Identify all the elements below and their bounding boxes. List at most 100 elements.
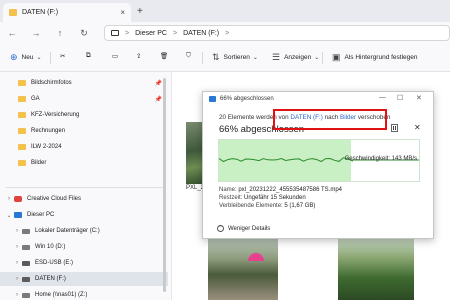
sidebar-item-bildschirmfotos[interactable]: Bildschirmfotos 📌 — [0, 76, 168, 90]
set-background-label: Als Hintergrund festlegen — [344, 54, 418, 61]
breadcrumb-separator: > — [225, 29, 230, 37]
creative-cloud-icon — [14, 196, 22, 202]
share-icon[interactable]: ⇪ — [136, 52, 141, 60]
sidebar-item-bilder[interactable]: Bilder — [0, 156, 168, 170]
rename-icon[interactable]: ▭ — [112, 52, 118, 60]
set-background-button[interactable]: ▣ Als Hintergrund festlegen — [332, 52, 418, 63]
detail-name-value: pxl_20231222_455535487586 TS.mp4 — [238, 187, 342, 193]
folder-icon — [18, 80, 26, 86]
minimize-icon[interactable]: — — [379, 94, 386, 101]
chevron-up-icon: ⌃ — [217, 225, 224, 232]
delete-icon[interactable]: 🗑 — [160, 52, 168, 60]
chevron-down-icon: ⌄ — [314, 55, 320, 61]
drive-icon — [22, 244, 30, 250]
up-button[interactable]: ↑ — [48, 28, 72, 38]
maximize-icon[interactable]: ☐ — [397, 94, 403, 102]
forward-button[interactable]: → — [24, 28, 48, 38]
view-label: Anzeigen — [284, 54, 312, 61]
breadcrumb-drive[interactable]: DATEN (F:) — [183, 30, 219, 37]
chevron-right-icon[interactable]: › — [4, 196, 14, 202]
sidebar-item-home-z[interactable]: › Home (\\nas01) (Z:) — [0, 288, 168, 300]
new-button[interactable]: ⊕ Neu ⌄ — [10, 52, 42, 63]
tab-daten[interactable]: DATEN (F:) × — [3, 3, 131, 22]
sidebar-item-label: Rechnungen — [31, 128, 66, 134]
sidebar-item-label: Bildschirmfotos — [31, 80, 72, 86]
sidebar-item-drive-c[interactable]: › Lokaler Datenträger (C:) — [0, 224, 168, 238]
view-icon: ☰ — [272, 52, 281, 62]
chevron-right-icon[interactable]: › — [12, 228, 22, 234]
sidebar-item-label: KFZ-Versicherung — [31, 112, 80, 118]
sidebar-item-label: ILW 2-2024 — [31, 144, 62, 150]
pause-button[interactable] — [391, 124, 398, 132]
tab-bar: DATEN (F:) × + — [0, 0, 450, 22]
toolbar-divider — [50, 52, 51, 64]
computer-icon — [111, 30, 119, 36]
sidebar-item-rechnungen[interactable]: Rechnungen — [0, 124, 168, 138]
usb-drive-icon — [22, 260, 30, 266]
sidebar-item-label: GA — [31, 96, 40, 102]
detail-name: Name: pxl_20231222_455535487586 TS.mp4 — [219, 187, 342, 193]
chevron-down-icon[interactable]: ⌄ — [4, 212, 14, 219]
chevron-down-icon: ⌄ — [36, 55, 42, 61]
less-details-button[interactable]: ⌃ Weniger Details — [217, 225, 270, 232]
folder-icon — [18, 144, 26, 150]
toolbar-divider — [202, 52, 203, 64]
detail-remaining: Restzeit: Ungefähr 15 Sekunden — [219, 195, 306, 201]
address-bar-row: ← → ↑ ↻ > Dieser PC > DATEN (F:) > — [0, 22, 450, 44]
folder-icon — [18, 128, 26, 134]
drive-icon — [9, 9, 17, 16]
tab-title: DATEN (F:) — [22, 9, 59, 16]
close-tab-icon[interactable]: × — [120, 8, 125, 17]
shield-icon[interactable]: ⛉ — [186, 52, 191, 60]
detail-remaining-label: Restzeit: — [219, 195, 243, 201]
refresh-button[interactable]: ↻ — [72, 28, 96, 39]
breadcrumb[interactable]: > Dieser PC > DATEN (F:) > — [104, 25, 450, 41]
detail-name-label: Name: — [219, 187, 237, 193]
close-icon[interactable]: ✕ — [416, 94, 422, 102]
copy-icon[interactable]: ⧉ — [86, 52, 91, 60]
chevron-right-icon[interactable]: › — [12, 244, 22, 250]
dialog-title: 66% abgeschlossen — [220, 96, 274, 102]
sidebar-item-ga[interactable]: GA 📌 — [0, 92, 168, 106]
view-button[interactable]: ☰ Anzeigen ⌄ — [272, 52, 319, 63]
breadcrumb-this-pc[interactable]: Dieser PC — [135, 30, 167, 37]
transfer-graph: Geschwindigkeit: 143 MB/s — [218, 139, 420, 182]
image-icon: ▣ — [332, 52, 341, 62]
less-details-label: Weniger Details — [228, 225, 271, 232]
navigation-pane: Bildschirmfotos 📌 GA 📌 KFZ-Versicherung … — [0, 72, 172, 300]
cut-icon[interactable]: ✂ — [60, 52, 65, 60]
drive-icon — [22, 228, 30, 234]
plus-circle-icon: ⊕ — [10, 52, 18, 62]
sidebar-item-drive-d[interactable]: › Win 10 (D:) — [0, 240, 168, 254]
sort-button[interactable]: ⇅ Sortieren ⌄ — [212, 52, 258, 63]
chevron-right-icon[interactable]: › — [12, 292, 22, 298]
sort-label: Sortieren — [223, 54, 250, 61]
breadcrumb-separator: > — [173, 29, 178, 37]
photo-thumbnail[interactable] — [338, 237, 414, 300]
detail-items-value: 5 (1,67 GB) — [284, 203, 316, 209]
detail-items-label: Verbleibende Elemente: — [219, 203, 283, 209]
sidebar-item-ilw[interactable]: ILW 2-2024 — [0, 140, 168, 154]
sidebar-scrollbar[interactable] — [163, 78, 166, 292]
chevron-right-icon[interactable]: › — [12, 276, 22, 282]
sidebar-item-drive-f[interactable]: › DATEN (F:) — [0, 272, 168, 286]
sidebar-item-kfz[interactable]: KFZ-Versicherung — [0, 108, 168, 122]
new-tab-button[interactable]: + — [137, 6, 143, 17]
back-button[interactable]: ← — [0, 28, 24, 38]
chevron-right-icon[interactable]: › — [12, 260, 22, 266]
sidebar-item-label: Home (\\nas01) (Z:) — [35, 292, 88, 298]
pin-icon: 📌 — [154, 80, 162, 87]
cancel-icon[interactable]: ✕ — [414, 123, 421, 132]
sidebar-item-creative-cloud[interactable]: › Creative Cloud Files — [0, 192, 168, 206]
sidebar-item-label: ESD-USB (E:) — [35, 260, 74, 266]
photo-thumbnail[interactable] — [208, 237, 278, 300]
highlight-box — [273, 109, 387, 130]
folder-icon — [18, 96, 26, 102]
sidebar-item-drive-e[interactable]: › ESD-USB (E:) — [0, 256, 168, 270]
sidebar-item-label: Lokaler Datenträger (C:) — [35, 228, 100, 234]
command-bar: ⊕ Neu ⌄ ✂ ⧉ ▭ ⇪ 🗑 ⛉ ⇅ Sortieren ⌄ ☰ Anze… — [0, 44, 450, 72]
new-label: Neu — [21, 54, 34, 61]
sidebar-divider — [6, 187, 166, 188]
speed-label: Geschwindigkeit: 143 MB/s — [344, 156, 417, 162]
sidebar-item-this-pc[interactable]: ⌄ Dieser PC — [0, 208, 168, 222]
